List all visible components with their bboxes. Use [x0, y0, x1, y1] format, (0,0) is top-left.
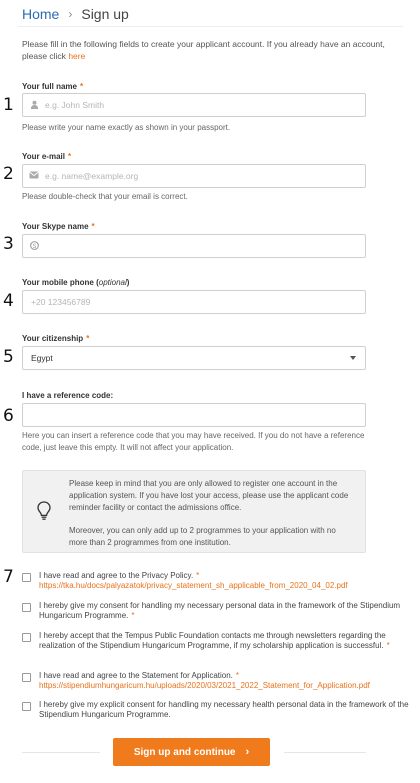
- consent-text: I hereby give my consent for handling my…: [39, 601, 412, 621]
- required-mark: *: [67, 152, 72, 161]
- phone-label-end: ): [126, 278, 130, 287]
- step-number-6: 6: [3, 406, 14, 426]
- required-mark: *: [235, 671, 240, 680]
- user-icon: [23, 100, 45, 111]
- email-placeholder: e.g. name@example.org: [45, 171, 139, 181]
- consent-newsletter[interactable]: I hereby accept that the Tempus Public F…: [22, 631, 412, 651]
- email-help: Please double-check that your email is c…: [22, 192, 188, 201]
- phone-label-optional: optional: [98, 278, 127, 287]
- phone-input[interactable]: +20 123456789: [22, 290, 366, 314]
- full-name-label: Your full name *: [22, 82, 83, 91]
- citizenship-label: Your citizenship *: [22, 334, 89, 343]
- breadcrumb-divider: [18, 26, 403, 27]
- email-label-text: Your e-mail: [22, 152, 65, 161]
- full-name-placeholder: e.g. John Smith: [45, 100, 105, 110]
- consent-label: I hereby give my consent for handling my…: [39, 601, 401, 620]
- reference-code-input[interactable]: [22, 403, 366, 427]
- checkbox[interactable]: [22, 673, 31, 682]
- step-number-3: 3: [3, 234, 14, 254]
- citizenship-label-text: Your citizenship: [22, 334, 84, 343]
- reference-code-label: I have a reference code:: [22, 391, 113, 400]
- email-label: Your e-mail *: [22, 152, 71, 161]
- step-number-7: 7: [3, 567, 14, 587]
- checkbox[interactable]: [22, 633, 31, 642]
- chevron-down-icon: [350, 356, 356, 360]
- statement-application-link[interactable]: https://stipendiumhungaricum.hu/uploads/…: [39, 681, 370, 691]
- consent-health-data[interactable]: I hereby give my explicit consent for ha…: [22, 700, 412, 720]
- sign-up-continue-button[interactable]: Sign up and continue ›: [113, 738, 270, 766]
- notice-paragraph-2: Moreover, you can only add up to 2 progr…: [69, 526, 336, 547]
- step-number-2: 2: [3, 164, 14, 184]
- full-name-help: Please write your name exactly as shown …: [22, 123, 231, 132]
- submit-label: Sign up and continue: [133, 746, 236, 758]
- chevron-right-icon: ›: [245, 746, 250, 758]
- consent-text: I have read and agree to the Privacy Pol…: [39, 571, 348, 591]
- skype-label: Your Skype name *: [22, 222, 95, 231]
- phone-label: Your mobile phone (optional): [22, 278, 129, 287]
- consent-text: I hereby accept that the Tempus Public F…: [39, 631, 412, 651]
- step-number-5: 5: [3, 347, 14, 367]
- skype-icon: S: [23, 240, 45, 252]
- skype-label-text: Your Skype name: [22, 222, 89, 231]
- checkbox[interactable]: [22, 702, 31, 711]
- divider-left: [22, 752, 100, 753]
- notice-paragraph-1: Please keep in mind that you are only al…: [69, 479, 349, 512]
- checkbox[interactable]: [22, 573, 31, 582]
- required-mark: *: [91, 222, 95, 231]
- login-here-link[interactable]: here: [68, 51, 85, 61]
- required-mark: *: [79, 82, 84, 91]
- phone-label-text: Your mobile phone (: [22, 278, 99, 287]
- citizenship-selected-value: Egypt: [31, 353, 53, 363]
- lightbulb-icon: [37, 501, 51, 526]
- citizenship-select[interactable]: Egypt: [22, 346, 366, 370]
- reference-code-label-text: I have a reference code:: [22, 391, 114, 400]
- consent-personal-data[interactable]: I hereby give my consent for handling my…: [22, 601, 412, 621]
- consent-label: I hereby give my explicit consent for ha…: [39, 700, 409, 719]
- consent-label: I have read and agree to the Statement f…: [39, 671, 233, 680]
- consent-statement-application[interactable]: I have read and agree to the Statement f…: [22, 671, 412, 691]
- breadcrumb: Home › Sign up: [22, 6, 129, 22]
- envelope-icon: [23, 171, 45, 181]
- consent-text: I have read and agree to the Statement f…: [39, 671, 370, 691]
- checkbox[interactable]: [22, 603, 31, 612]
- breadcrumb-home-link[interactable]: Home: [22, 6, 59, 22]
- required-mark: *: [86, 334, 90, 343]
- consent-privacy-policy[interactable]: I have read and agree to the Privacy Pol…: [22, 571, 412, 591]
- reference-code-help: Here you can insert a reference code tha…: [22, 431, 365, 452]
- consent-label: I have read and agree to the Privacy Pol…: [39, 571, 194, 580]
- skype-input[interactable]: S: [22, 234, 366, 258]
- step-number-1: 1: [3, 95, 14, 115]
- required-mark: *: [386, 641, 390, 650]
- svg-text:S: S: [32, 243, 36, 249]
- required-mark: *: [131, 611, 135, 620]
- phone-placeholder: +20 123456789: [31, 297, 91, 307]
- intro-text: Please fill in the following fields to c…: [22, 38, 392, 62]
- divider-right: [284, 752, 366, 753]
- email-input[interactable]: e.g. name@example.org: [22, 164, 366, 188]
- consent-label: I hereby accept that the Tempus Public F…: [39, 631, 386, 650]
- privacy-policy-link[interactable]: https://tka.hu/docs/palyazatok/privacy_s…: [39, 581, 348, 591]
- full-name-label-text: Your full name: [22, 82, 77, 91]
- required-mark: *: [196, 571, 200, 580]
- full-name-input[interactable]: e.g. John Smith: [22, 93, 366, 117]
- breadcrumb-current: Sign up: [81, 6, 129, 22]
- consent-text: I hereby give my explicit consent for ha…: [39, 700, 412, 720]
- account-notice-box: Please keep in mind that you are only al…: [22, 470, 366, 553]
- step-number-4: 4: [3, 291, 14, 311]
- breadcrumb-separator-icon: ›: [68, 7, 73, 21]
